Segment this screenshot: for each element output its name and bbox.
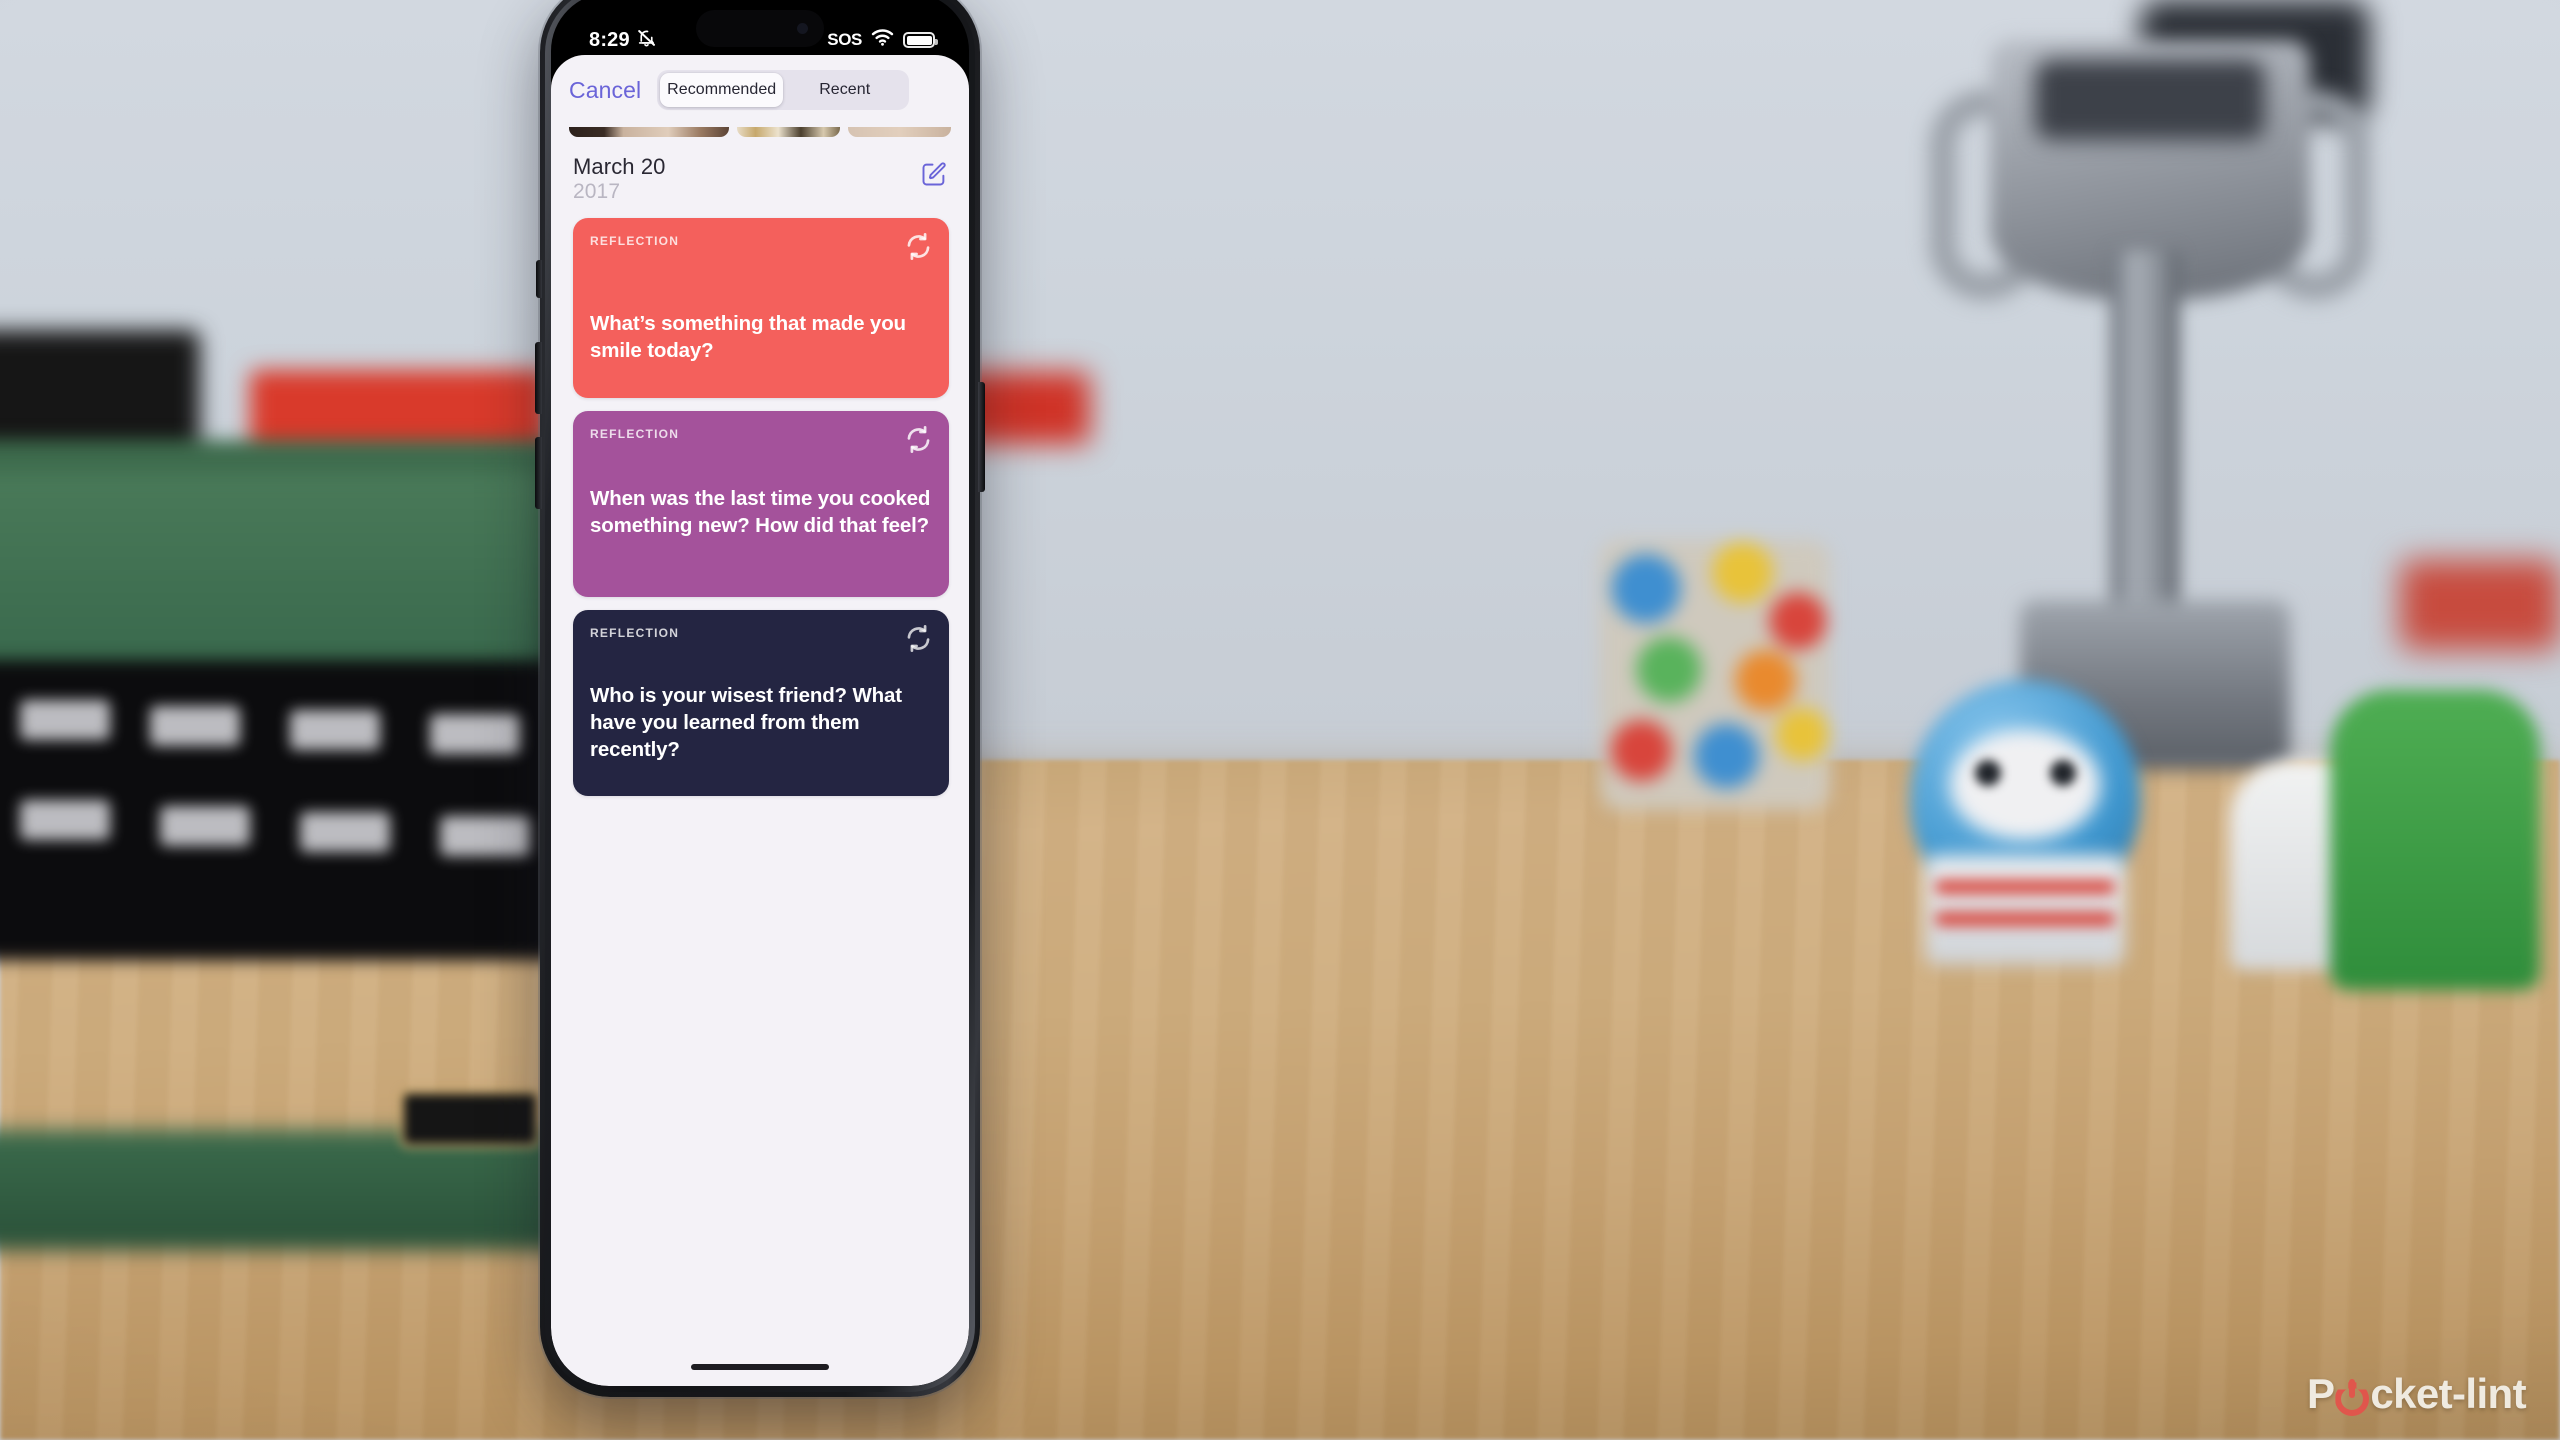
silent-switch-button[interactable] xyxy=(536,260,542,298)
card-kicker: REFLECTION xyxy=(590,625,680,640)
compose-icon[interactable] xyxy=(919,159,949,189)
watermark-text-before: P xyxy=(2306,1370,2335,1417)
front-camera-icon xyxy=(797,23,808,34)
sheet-navigation-bar: Cancel Recommended Recent xyxy=(551,55,969,125)
iphone-device: 8:29 SOS Cancel Recommended Recent March… xyxy=(535,0,985,1397)
photo-thumbnail[interactable] xyxy=(736,127,840,137)
photo-thumbnail[interactable] xyxy=(847,127,951,137)
pocket-lint-watermark: P cket-lint xyxy=(2306,1370,2527,1418)
card-kicker: REFLECTION xyxy=(590,426,680,441)
volume-up-button[interactable] xyxy=(535,342,542,414)
card-question: When was the last time you cooked someth… xyxy=(590,486,931,537)
bell-slash-icon xyxy=(636,27,657,54)
status-bar-left: 8:29 xyxy=(589,27,657,54)
date-header: March 20 2017 xyxy=(551,137,969,204)
tab-recommended[interactable]: Recommended xyxy=(660,73,784,107)
dynamic-island xyxy=(696,10,824,47)
cancel-button[interactable]: Cancel xyxy=(569,77,641,104)
photo-suggestions-strip[interactable] xyxy=(551,125,969,137)
reflection-card[interactable]: REFLECTION What’s something that made yo… xyxy=(573,217,949,398)
card-question: Who is your wisest friend? What have you… xyxy=(590,683,902,761)
year-label: 2017 xyxy=(573,179,621,203)
power-button[interactable] xyxy=(978,382,985,492)
refresh-icon[interactable] xyxy=(903,424,934,455)
battery-icon xyxy=(903,32,938,48)
home-indicator[interactable] xyxy=(691,1364,829,1370)
blurred-photo-background xyxy=(0,0,2560,1440)
vignette-overlay xyxy=(0,0,2560,1440)
volume-down-button[interactable] xyxy=(535,437,542,509)
date-text-group: March 20 2017 xyxy=(573,154,666,204)
reflection-card-list: REFLECTION What’s something that made yo… xyxy=(551,204,969,796)
reflection-card[interactable]: REFLECTION When was the last time you co… xyxy=(573,410,949,597)
refresh-icon[interactable] xyxy=(903,231,934,262)
sos-indicator: SOS xyxy=(827,30,862,49)
refresh-icon[interactable] xyxy=(903,623,934,654)
status-bar-right: SOS xyxy=(827,28,938,52)
card-kicker: REFLECTION xyxy=(590,233,680,248)
tab-recent[interactable]: Recent xyxy=(783,73,906,107)
status-bar-time: 8:29 xyxy=(589,28,630,51)
reflection-card[interactable]: REFLECTION Who is your wisest friend? Wh… xyxy=(573,609,949,796)
card-question: What’s something that made you smile tod… xyxy=(590,311,906,362)
photo-thumbnail[interactable] xyxy=(569,127,729,137)
device-screen: 8:29 SOS Cancel Recommended Recent March… xyxy=(551,0,969,1386)
wifi-icon xyxy=(871,28,894,52)
date-label: March 20 xyxy=(573,154,666,179)
journal-prompt-sheet: Cancel Recommended Recent March 20 2017 xyxy=(551,55,969,1386)
watermark-text-after: cket-lint xyxy=(2370,1370,2526,1417)
segmented-control[interactable]: Recommended Recent xyxy=(657,70,910,110)
power-symbol-icon xyxy=(2335,1379,2370,1416)
